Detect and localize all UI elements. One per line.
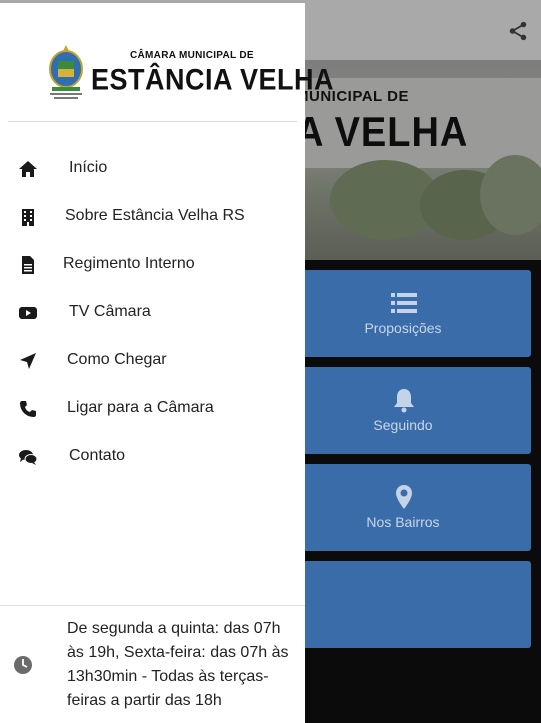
share-icon[interactable] (507, 20, 529, 42)
navigation-drawer: CÂMARA MUNICIPAL DE ESTÂNCIA VELHA Iníci… (0, 3, 334, 723)
menu-item-como-chegar[interactable]: Como Chegar (0, 337, 305, 385)
map-marker-icon (396, 485, 412, 509)
divider (8, 121, 297, 122)
location-arrow-icon (20, 353, 36, 369)
menu-item-label: Como Chegar (67, 351, 167, 368)
tile-label: Nos Bairros (366, 514, 440, 530)
menu-item-label: Contato (69, 447, 126, 464)
building-icon (22, 209, 34, 226)
menu-item-label: Ligar para a Câmara (67, 399, 214, 416)
menu-item-contato[interactable]: Contato (0, 433, 305, 481)
tree (480, 155, 541, 235)
menu-item-label: TV Câmara (69, 303, 151, 320)
tile-seguindo[interactable]: Seguindo (275, 367, 531, 454)
bell-icon (394, 389, 414, 413)
document-icon (22, 256, 34, 274)
coat-of-arms-icon (49, 45, 83, 99)
tile-label: Proposições (364, 320, 442, 336)
menu-item-label: Regimento Interno (63, 255, 195, 272)
comments-icon (19, 450, 38, 465)
tile-label: Seguindo (373, 417, 433, 433)
tile-nos-bairros[interactable]: Nos Bairros (275, 464, 531, 551)
tile-proposicoes[interactable]: Proposições (275, 270, 531, 357)
list-icon (391, 293, 417, 313)
opening-hours-text: De segunda a quinta: das 07h às 19h, Sex… (67, 620, 289, 709)
menu-item-sobre[interactable]: Sobre Estância Velha RS (0, 193, 305, 241)
logo-big-text: ESTÂNCIA VELHA (91, 63, 335, 96)
menu-item-label: Início (69, 159, 108, 176)
menu-item-inicio[interactable]: Início (0, 145, 305, 193)
menu-item-label: Sobre Estância Velha RS (65, 207, 245, 224)
divider (0, 605, 305, 606)
clock-icon (14, 656, 32, 674)
menu-item-regimento[interactable]: Regimento Interno (0, 241, 305, 289)
menu-item-tv-camara[interactable]: TV Câmara (0, 289, 305, 337)
tile-empty[interactable] (275, 561, 531, 648)
menu-item-ligar[interactable]: Ligar para a Câmara (0, 385, 305, 433)
hero-sign-big-text: A VELHA (296, 109, 469, 157)
logo-small-text: CÂMARA MUNICIPAL DE (130, 50, 254, 61)
home-icon (19, 161, 37, 177)
phone-icon (20, 401, 36, 417)
youtube-icon (19, 307, 37, 319)
camara-logo: CÂMARA MUNICIPAL DE ESTÂNCIA VELHA (46, 43, 334, 105)
